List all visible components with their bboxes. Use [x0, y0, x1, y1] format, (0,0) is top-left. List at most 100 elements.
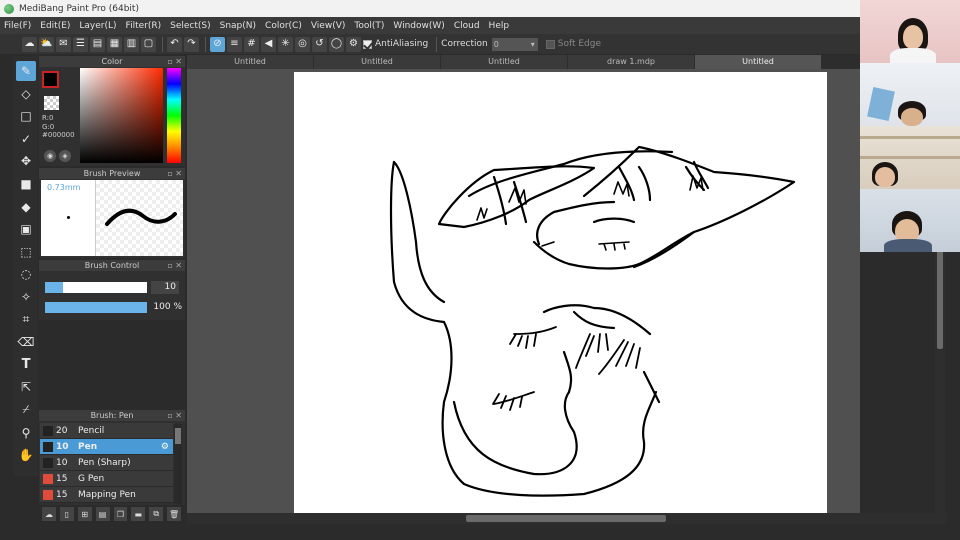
brush-size-value[interactable]: 10 [151, 281, 179, 294]
folder-icon[interactable]: ▬ [131, 507, 146, 521]
snap-circle-icon[interactable]: ◎ [295, 36, 310, 52]
brush-item-mapping-pen[interactable]: 15 Mapping Pen [40, 487, 173, 503]
list-icon[interactable]: ☰ [73, 36, 88, 52]
menu-file[interactable]: File(F) [4, 21, 31, 31]
duplicate-icon[interactable]: ❐ [113, 507, 128, 521]
panel-close-icon[interactable]: ▫ ✕ [167, 56, 182, 67]
dot-icon[interactable]: □ [16, 106, 36, 126]
horizontal-scrollbar-thumb[interactable] [466, 515, 666, 522]
magic-wand-icon[interactable]: ✧ [16, 287, 36, 307]
menu-tool[interactable]: Tool(T) [354, 21, 384, 31]
menu-color[interactable]: Color(C) [265, 21, 302, 31]
brush-list-panel: Brush: Pen ▫ ✕ 20 Pencil 10 Pen ⚙ 10 Pen… [39, 410, 185, 505]
brush-item-pen-sharp[interactable]: 10 Pen (Sharp) [40, 455, 173, 471]
horizontal-scrollbar[interactable] [187, 513, 947, 524]
snap-grid-icon[interactable]: # [244, 36, 259, 52]
brush-list-scrollbar[interactable] [174, 424, 182, 504]
saturation-value-field[interactable] [80, 68, 163, 163]
panel-close-icon[interactable]: ▫ ✕ [167, 168, 182, 179]
page-icon[interactable]: ▢ [141, 36, 156, 52]
tab-untitled-1[interactable]: Untitled [187, 55, 313, 69]
brush-settings-icon[interactable]: ▤ [95, 507, 110, 521]
select-eraser-icon[interactable]: ⌫ [16, 332, 36, 352]
operation-icon[interactable]: ⇱ [16, 377, 36, 397]
cloud-download-icon[interactable]: ☁ [42, 507, 56, 521]
tab-untitled-3[interactable]: Untitled [441, 55, 567, 69]
snap-curve-icon[interactable]: ↺ [312, 36, 327, 52]
menu-view[interactable]: View(V) [311, 21, 346, 31]
select-pen-icon[interactable]: ⌗ [16, 310, 36, 330]
brush-opacity-slider[interactable] [45, 302, 147, 313]
eyedropper-icon[interactable]: ⌿ [16, 400, 36, 420]
cloud-icon[interactable]: ☁ [22, 36, 37, 52]
correction-select[interactable]: 0 ▾ [491, 37, 538, 51]
brush-size: 10 [56, 441, 69, 452]
document-icon[interactable]: ▤ [90, 36, 105, 52]
drawing-canvas[interactable] [294, 72, 827, 513]
move-icon[interactable]: ✥ [16, 151, 36, 171]
bucket-icon[interactable]: ◆ [16, 197, 36, 217]
brush-icon[interactable]: ✎ [16, 61, 36, 81]
brush-size-slider[interactable] [45, 282, 147, 293]
tab-untitled-active[interactable]: Untitled [695, 55, 821, 69]
cloud-save-icon[interactable]: ⛅ [39, 36, 54, 52]
copy-icon[interactable]: ⧉ [149, 507, 164, 521]
antialiasing-checkbox[interactable] [363, 39, 372, 49]
participant-video-2[interactable] [860, 63, 960, 126]
brush-color-chip [43, 473, 53, 484]
transparent-color-swatch[interactable] [44, 96, 59, 110]
snap-settings-icon[interactable]: ⚙ [346, 36, 361, 52]
soft-edge-checkbox[interactable] [545, 39, 555, 49]
scrollbar-thumb[interactable] [175, 428, 181, 444]
snap-parallel-icon[interactable]: ≡ [227, 36, 242, 52]
tab-draw-1[interactable]: draw 1.mdp [568, 55, 694, 69]
grid-icon[interactable]: ▦ [107, 36, 122, 52]
brush-item-pen[interactable]: 10 Pen ⚙ [40, 439, 173, 455]
select-rect-icon[interactable]: ⬚ [16, 242, 36, 262]
menu-select[interactable]: Select(S) [170, 21, 211, 31]
brush-item-g-pen[interactable]: 15 G Pen [40, 471, 173, 487]
menu-layer[interactable]: Layer(L) [79, 21, 116, 31]
color-hex-value: #000000 [42, 131, 75, 139]
gradient-icon[interactable]: ▣ [16, 219, 36, 239]
select-lasso-icon[interactable]: ◌ [16, 264, 36, 284]
snap-perspective-icon[interactable]: ◀ [261, 36, 276, 52]
text-icon[interactable]: T [16, 355, 36, 375]
palette-icon[interactable]: ◈ [59, 150, 71, 162]
new-brush-icon[interactable]: ▯ [59, 507, 74, 521]
redo-icon[interactable]: ↷ [184, 36, 199, 52]
hand-icon[interactable]: ✋ [16, 445, 36, 465]
snap-ellipse-icon[interactable]: ◯ [329, 36, 344, 52]
participant-video-3[interactable] [860, 126, 960, 189]
snap-radial-icon[interactable]: ✳ [278, 36, 293, 52]
menu-edit[interactable]: Edit(E) [40, 21, 70, 31]
foreground-color-swatch[interactable] [42, 71, 59, 88]
menu-window[interactable]: Window(W) [393, 21, 444, 31]
undo-icon[interactable]: ↶ [167, 36, 182, 52]
table-icon[interactable]: ▥ [124, 36, 139, 52]
color-actions: ◉ ◈ [44, 150, 71, 162]
brush-preview-title: Brush Preview [83, 169, 141, 178]
menu-snap[interactable]: Snap(N) [220, 21, 256, 31]
dropper-icon[interactable]: ⚲ [16, 423, 36, 443]
tab-untitled-2[interactable]: Untitled [314, 55, 440, 69]
check-icon[interactable]: ✓ [16, 129, 36, 149]
menu-cloud[interactable]: Cloud [454, 21, 480, 31]
menu-help[interactable]: Help [489, 21, 510, 31]
panel-close-icon[interactable]: ▫ ✕ [167, 410, 182, 421]
menu-filter[interactable]: Filter(R) [126, 21, 162, 31]
participant-video-1[interactable] [860, 0, 960, 63]
panel-close-icon[interactable]: ▫ ✕ [167, 260, 182, 271]
soft-edge-label: Soft Edge [557, 39, 602, 49]
brush-add-icon[interactable]: ⊞ [77, 507, 92, 521]
color-wheel-icon[interactable]: ◉ [44, 150, 56, 162]
comment-icon[interactable]: ✉ [56, 36, 71, 52]
hue-slider[interactable] [167, 68, 181, 163]
trash-icon[interactable]: 🗑 [167, 507, 181, 521]
participant-video-4[interactable] [860, 189, 960, 252]
snap-off-icon[interactable]: ⊘ [210, 36, 225, 52]
rect-fill-icon[interactable]: ■ [16, 174, 36, 194]
brush-item-pencil[interactable]: 20 Pencil [40, 423, 173, 439]
gear-icon[interactable]: ⚙ [161, 442, 169, 452]
eraser-icon[interactable]: ◇ [16, 84, 36, 104]
